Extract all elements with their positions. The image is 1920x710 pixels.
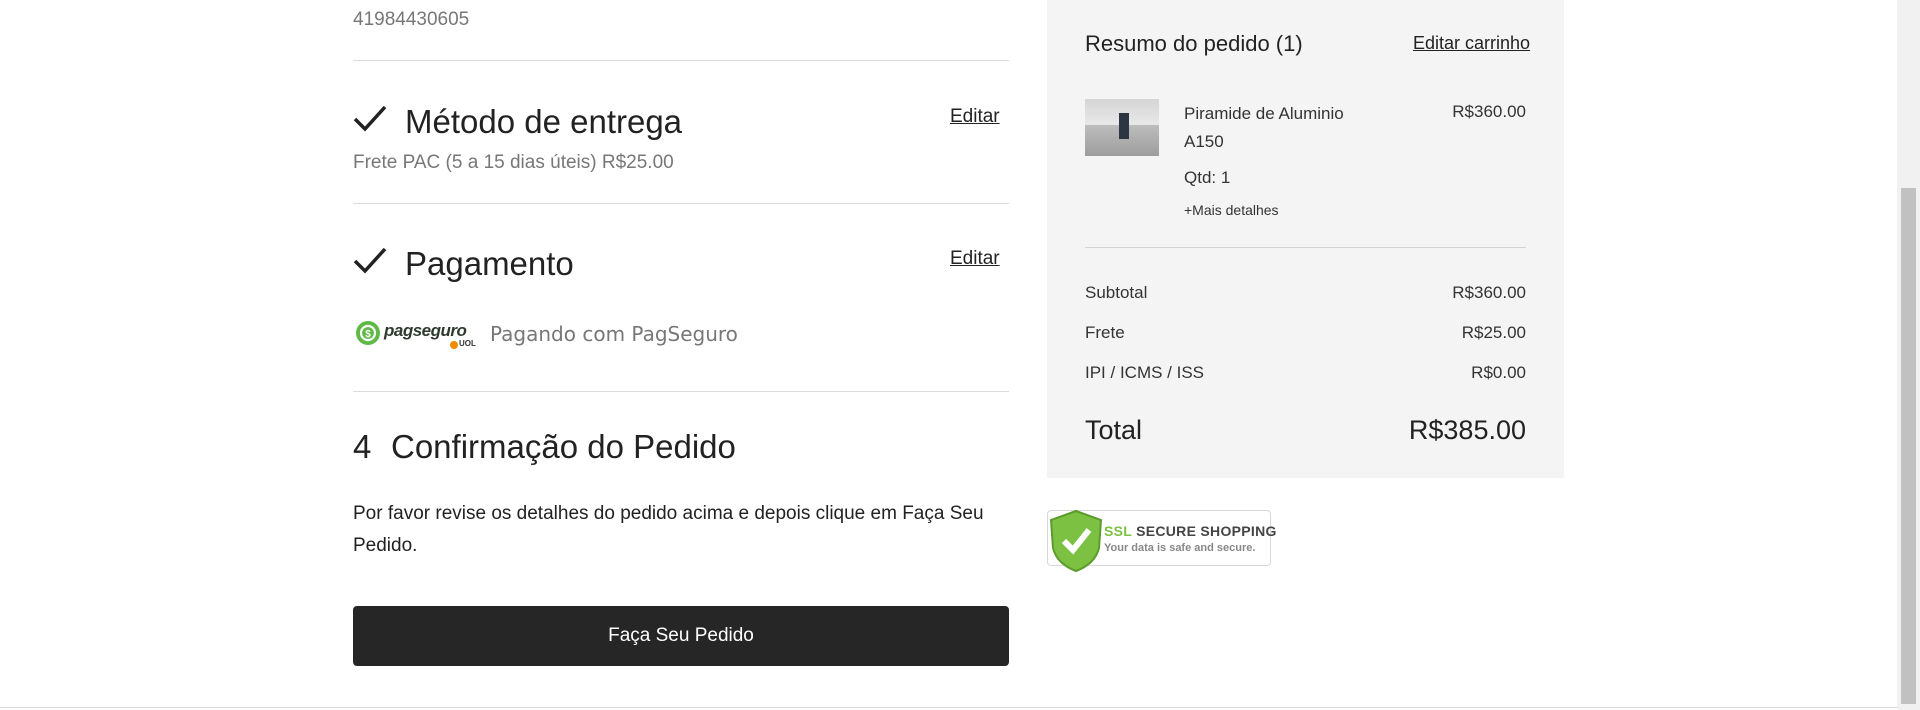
total-label: Total (1085, 415, 1143, 445)
svg-text:$: $ (365, 329, 371, 340)
shipping-label: Frete (1085, 323, 1125, 342)
confirmation-instructions: Por favor revise os detalhes do pedido a… (353, 503, 984, 556)
shipping-value: R$25.00 (1461, 323, 1526, 342)
tax-label: IPI / ICMS / ISS (1085, 363, 1205, 382)
pagseguro-icon: $ (356, 321, 380, 345)
tax-value: R$0.00 (1471, 363, 1526, 382)
page-bottom-border (0, 707, 1897, 708)
customer-phone: 41984430605 (353, 9, 470, 30)
divider (353, 203, 1009, 204)
subtotal-value: R$360.00 (1452, 283, 1526, 302)
shield-check-icon (1049, 509, 1103, 573)
uol-dot-icon (450, 341, 458, 349)
ssl-badge-title: SSL SECURE SHOPPING (1104, 523, 1277, 539)
divider (353, 60, 1009, 61)
scrollbar-thumb[interactable] (1901, 188, 1916, 704)
product-name: Piramide de Aluminio A150 (1184, 104, 1344, 151)
uol-logo-text: UOL (459, 339, 476, 348)
order-summary-panel (1047, 0, 1564, 478)
edit-delivery-link[interactable]: Editar (950, 106, 1000, 128)
subtotal-label: Subtotal (1085, 283, 1148, 302)
payment-method-text: Pagando com PagSeguro (490, 322, 738, 346)
product-image-figure (1119, 113, 1129, 139)
place-order-button[interactable]: Faça Seu Pedido (353, 606, 1009, 666)
selected-shipping-method: Frete PAC (5 a 15 dias úteis) R$25.00 (353, 152, 674, 173)
checkmark-icon (353, 105, 387, 132)
product-thumbnail[interactable] (1085, 99, 1159, 156)
product-price: R$360.00 (1452, 102, 1526, 121)
total-value: R$385.00 (1408, 415, 1526, 445)
step-number: 4 (353, 428, 372, 465)
order-summary-title: Resumo do pedido (1) (1085, 31, 1303, 56)
delivery-section-title: Método de entrega (405, 103, 683, 140)
divider (353, 391, 1009, 392)
payment-section-title: Pagamento (405, 245, 574, 282)
ssl-badge-subtitle: Your data is safe and secure. (1104, 542, 1256, 554)
confirmation-title: Confirmação do Pedido (391, 428, 736, 465)
divider (1085, 247, 1526, 248)
more-details-link[interactable]: +Mais detalhes (1184, 202, 1279, 218)
pagseguro-logo: $ pagseguro UOL (355, 318, 476, 354)
product-quantity: Qtd: 1 (1184, 168, 1231, 187)
edit-payment-link[interactable]: Editar (950, 248, 1000, 270)
edit-cart-link[interactable]: Editar carrinho (1413, 33, 1530, 54)
pagseguro-logo-text: pagseguro (384, 321, 467, 340)
checkmark-icon (353, 247, 387, 274)
